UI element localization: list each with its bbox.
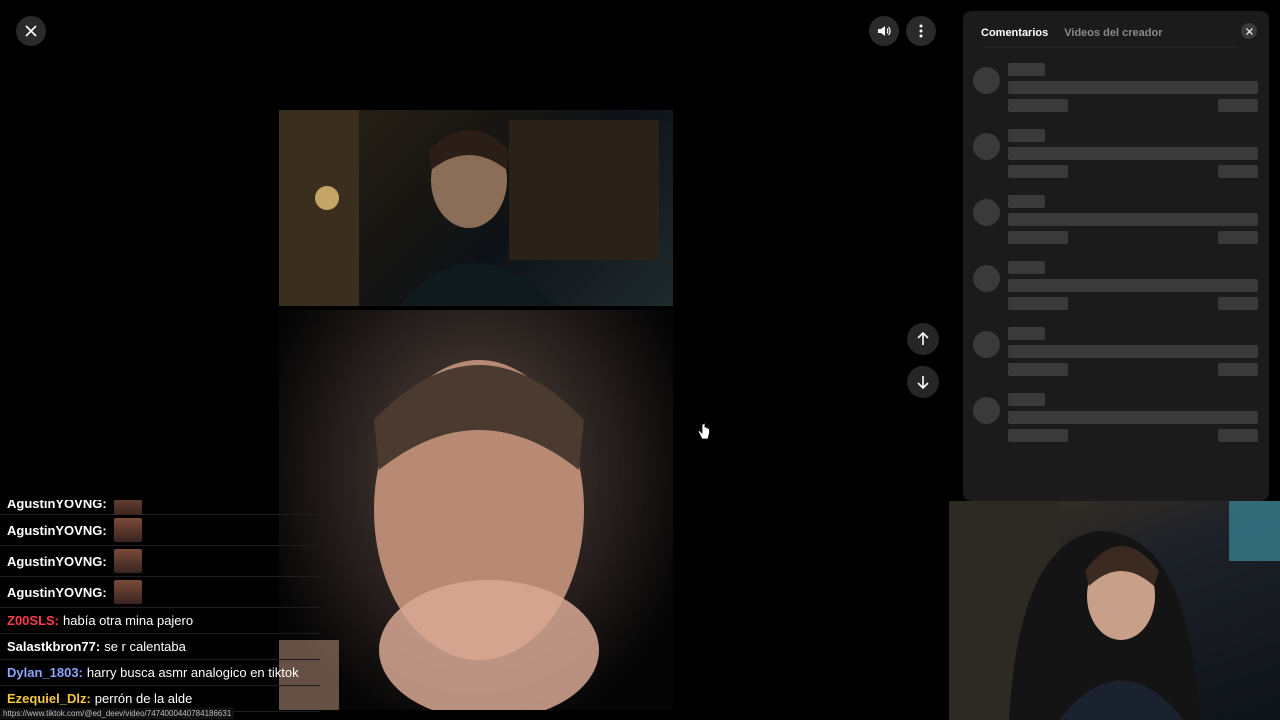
skeleton-bar bbox=[1008, 393, 1045, 406]
chat-message: AgustinYOVNG: bbox=[0, 577, 320, 608]
chat-message: Salastkbron77: se r calentaba bbox=[0, 634, 320, 660]
comment-skeleton bbox=[973, 195, 1259, 255]
skeleton-bar bbox=[1008, 129, 1045, 142]
skeleton-bar bbox=[1008, 429, 1068, 442]
skeleton-bar bbox=[1008, 345, 1258, 358]
more-options-button[interactable] bbox=[906, 16, 936, 46]
hand-cursor-icon bbox=[697, 422, 710, 441]
skeleton-bar bbox=[1008, 81, 1258, 94]
skeleton-bar bbox=[1218, 429, 1258, 442]
comment-skeleton bbox=[973, 63, 1259, 123]
skeleton-bar bbox=[1008, 411, 1258, 424]
next-video-button[interactable] bbox=[907, 366, 939, 398]
skeleton-bar bbox=[1218, 99, 1258, 112]
tab-videos-del-creador[interactable]: Videos del creador bbox=[1064, 27, 1162, 39]
status-bar-url: https://www.tiktok.com/@ed_deev/video/74… bbox=[0, 708, 235, 719]
creator-face-image bbox=[279, 360, 599, 710]
more-vertical-icon bbox=[919, 24, 923, 38]
chat-message: AgustinYOVNG: bbox=[0, 515, 320, 546]
previous-video-button[interactable] bbox=[907, 323, 939, 355]
close-viewer-button[interactable] bbox=[16, 16, 46, 46]
comment-skeleton bbox=[973, 129, 1259, 189]
chat-username: Ezequiel_Dlz: bbox=[7, 691, 91, 706]
chat-text: harry busca asmr analogico en tiktok bbox=[86, 665, 299, 680]
chat-text: se r calentaba bbox=[104, 639, 186, 654]
chat-username: AgustinYOVNG: bbox=[7, 584, 107, 600]
chat-message: Dylan_1803: harry busca asmr analogico e… bbox=[0, 660, 320, 686]
skeleton-bar bbox=[1008, 63, 1045, 76]
chat-username: Dylan_1803: bbox=[7, 665, 83, 680]
skeleton-bar bbox=[1008, 231, 1068, 244]
arrow-up-icon bbox=[917, 332, 929, 345]
skeleton-bar bbox=[1008, 165, 1068, 178]
chat-username: Salastkbron77: bbox=[7, 639, 101, 654]
skeleton-bar bbox=[1008, 261, 1045, 274]
avatar bbox=[973, 397, 1000, 424]
skeleton-bar bbox=[1008, 195, 1045, 208]
chat-username: AgustinYOVNG: bbox=[7, 522, 107, 538]
volume-button[interactable] bbox=[869, 16, 899, 46]
skeleton-bar bbox=[1008, 327, 1045, 340]
close-icon bbox=[25, 25, 37, 37]
avatar bbox=[973, 133, 1000, 160]
arrow-down-icon bbox=[917, 376, 929, 389]
chat-message: AgustinYOVNG: bbox=[0, 546, 320, 577]
chat-text: había otra mina pajero bbox=[63, 613, 194, 628]
chat-text: perrón de la alde bbox=[94, 691, 193, 706]
avatar bbox=[973, 331, 1000, 358]
comment-skeleton bbox=[973, 261, 1259, 321]
chat-username: AgustinYOVNG: bbox=[7, 500, 107, 511]
chat-emote bbox=[113, 549, 142, 573]
skeleton-bar bbox=[1008, 99, 1068, 112]
skeleton-bar bbox=[1008, 297, 1068, 310]
chat-emote bbox=[113, 518, 142, 542]
volume-icon bbox=[878, 26, 891, 36]
webcam-image bbox=[949, 501, 1280, 720]
video-creator-face[interactable] bbox=[279, 310, 673, 710]
avatar bbox=[973, 199, 1000, 226]
skeleton-bar bbox=[1008, 213, 1258, 226]
avatar bbox=[973, 265, 1000, 292]
movie-scene-image bbox=[279, 110, 659, 306]
comment-skeleton bbox=[973, 327, 1259, 387]
chat-emote bbox=[113, 580, 142, 604]
skeleton-bar bbox=[1008, 279, 1258, 292]
skeleton-bar bbox=[1008, 147, 1258, 160]
chat-overlay: AgustinYOVNG: AgustinYOVNG: AgustinYOVNG… bbox=[0, 500, 320, 720]
chat-emote bbox=[113, 500, 142, 515]
panel-divider bbox=[981, 47, 1237, 48]
skeleton-bar bbox=[1008, 363, 1068, 376]
tab-comentarios[interactable]: Comentarios bbox=[981, 27, 1048, 39]
chat-message: AgustinYOVNG: bbox=[0, 500, 320, 515]
skeleton-bar bbox=[1218, 363, 1258, 376]
skeleton-bar bbox=[1218, 231, 1258, 244]
video-movie-clip[interactable] bbox=[279, 110, 673, 306]
chat-username: AgustinYOVNG: bbox=[7, 553, 107, 569]
close-icon bbox=[1245, 27, 1253, 35]
skeleton-bar bbox=[1218, 297, 1258, 310]
skeleton-bar bbox=[1218, 165, 1258, 178]
avatar bbox=[973, 67, 1000, 94]
streamer-webcam bbox=[949, 501, 1280, 720]
comments-panel: Comentarios Videos del creador bbox=[963, 11, 1269, 501]
chat-message: Z00SLS: había otra mina pajero bbox=[0, 608, 320, 634]
close-panel-button[interactable] bbox=[1241, 23, 1257, 39]
comment-skeleton bbox=[973, 393, 1259, 453]
chat-username: Z00SLS: bbox=[7, 613, 60, 628]
